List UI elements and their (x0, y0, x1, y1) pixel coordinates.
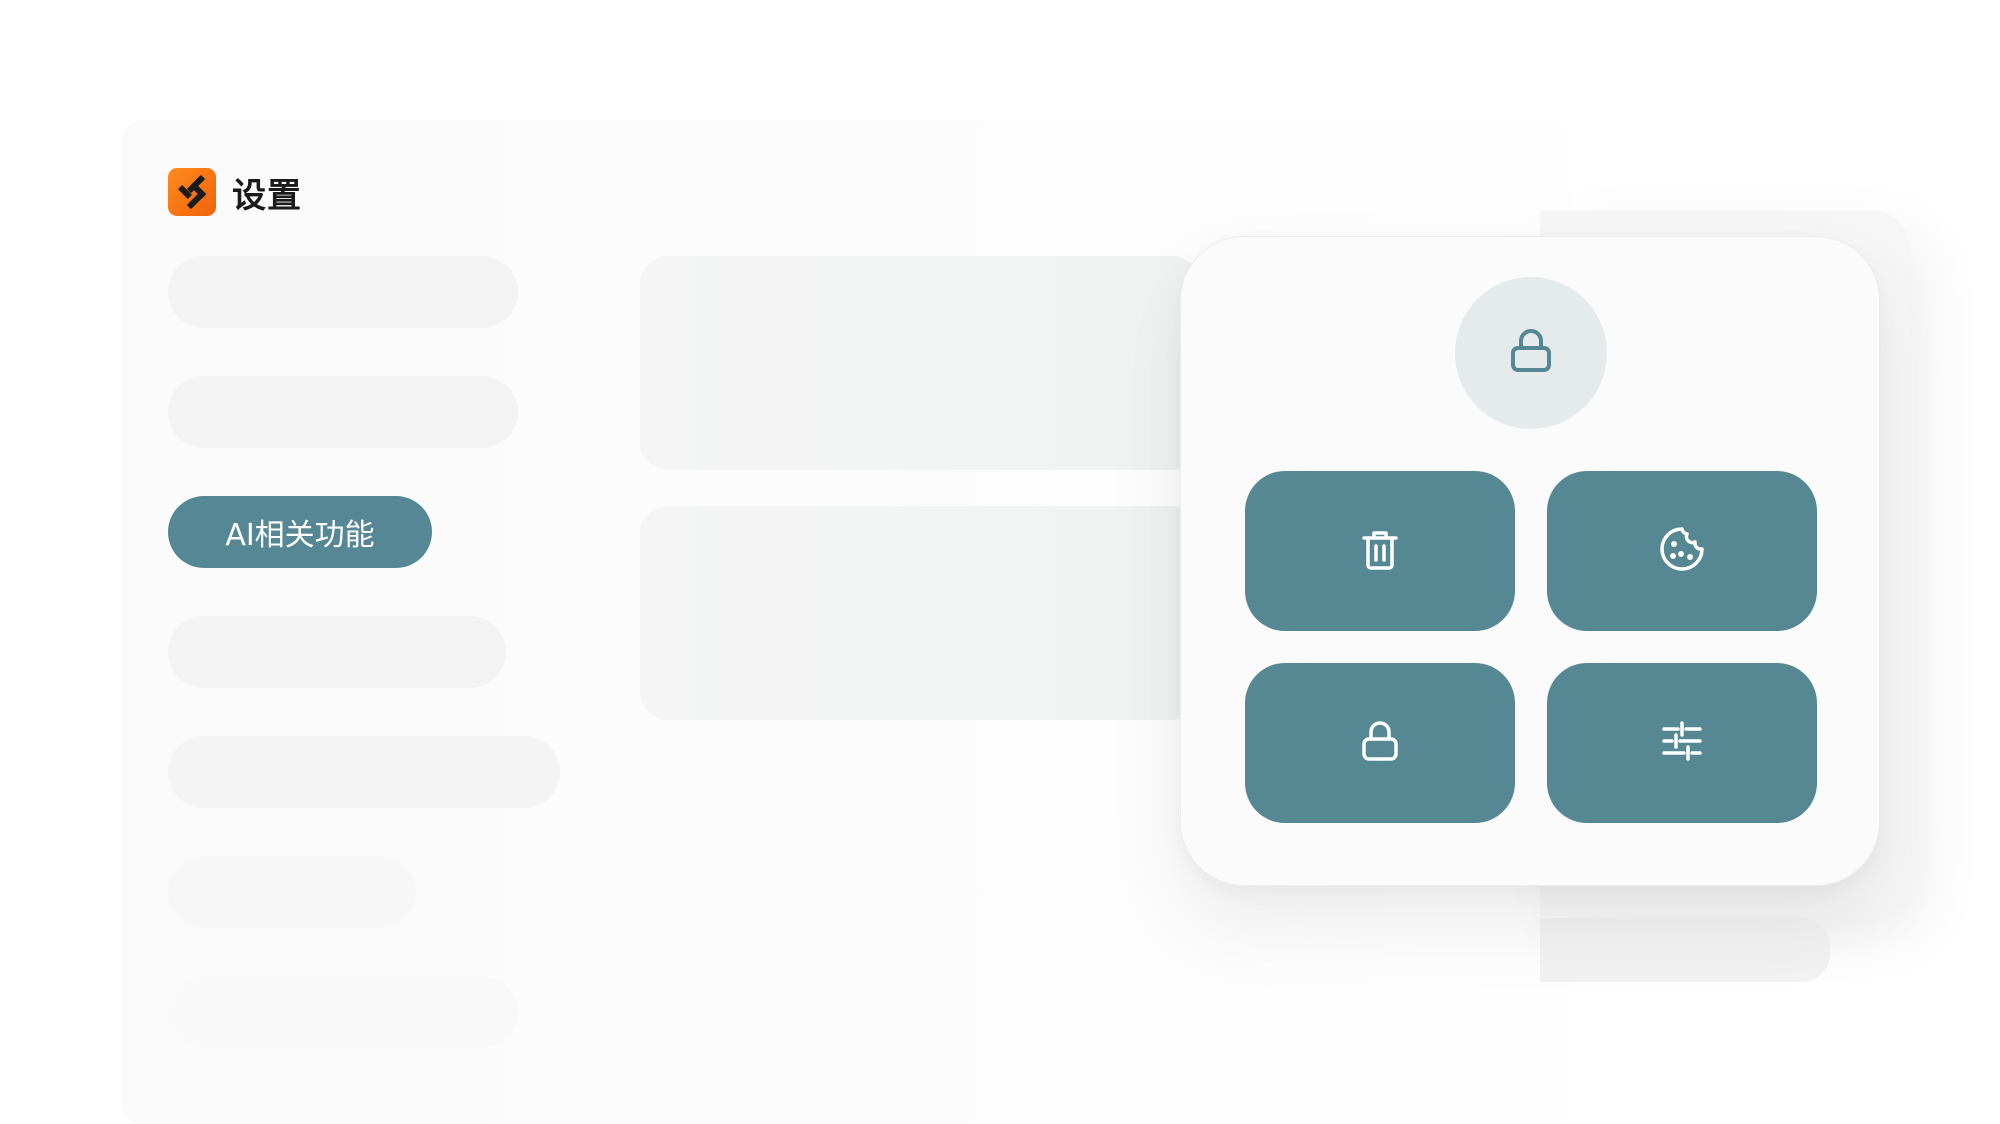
cookie-icon (1657, 524, 1707, 578)
background-card-strip (1540, 918, 1830, 982)
content-card-placeholder (640, 506, 1200, 720)
delete-data-button[interactable] (1245, 471, 1515, 631)
sidebar-item-7[interactable] (168, 976, 518, 1048)
sidebar-item-ai-features[interactable]: AI相关功能 (168, 496, 432, 568)
privacy-header-badge (1455, 277, 1607, 429)
content-card-placeholder (640, 256, 1200, 470)
sidebar-item-label: AI相关功能 (225, 518, 375, 553)
lock-icon (1503, 323, 1559, 383)
sidebar-item-2[interactable] (168, 376, 518, 448)
sidebar-item-8[interactable] (168, 1092, 488, 1124)
page-title: 设置 (232, 175, 302, 216)
sidebar-item-6[interactable] (168, 856, 416, 928)
sidebar-item-1[interactable] (168, 256, 518, 328)
lock-settings-button[interactable] (1245, 663, 1515, 823)
adjust-settings-button[interactable] (1547, 663, 1817, 823)
sliders-icon (1658, 717, 1706, 769)
lock-icon (1356, 717, 1404, 769)
sidebar-item-4[interactable] (168, 616, 506, 688)
settings-header: 设置 (168, 168, 302, 216)
settings-page: 设置 AI相关功能 (0, 0, 2000, 1124)
privacy-controls-popover (1180, 236, 1880, 886)
cookie-settings-button[interactable] (1547, 471, 1817, 631)
trash-icon (1356, 525, 1404, 577)
sidebar-item-5[interactable] (168, 736, 560, 808)
app-logo-icon (168, 168, 216, 216)
